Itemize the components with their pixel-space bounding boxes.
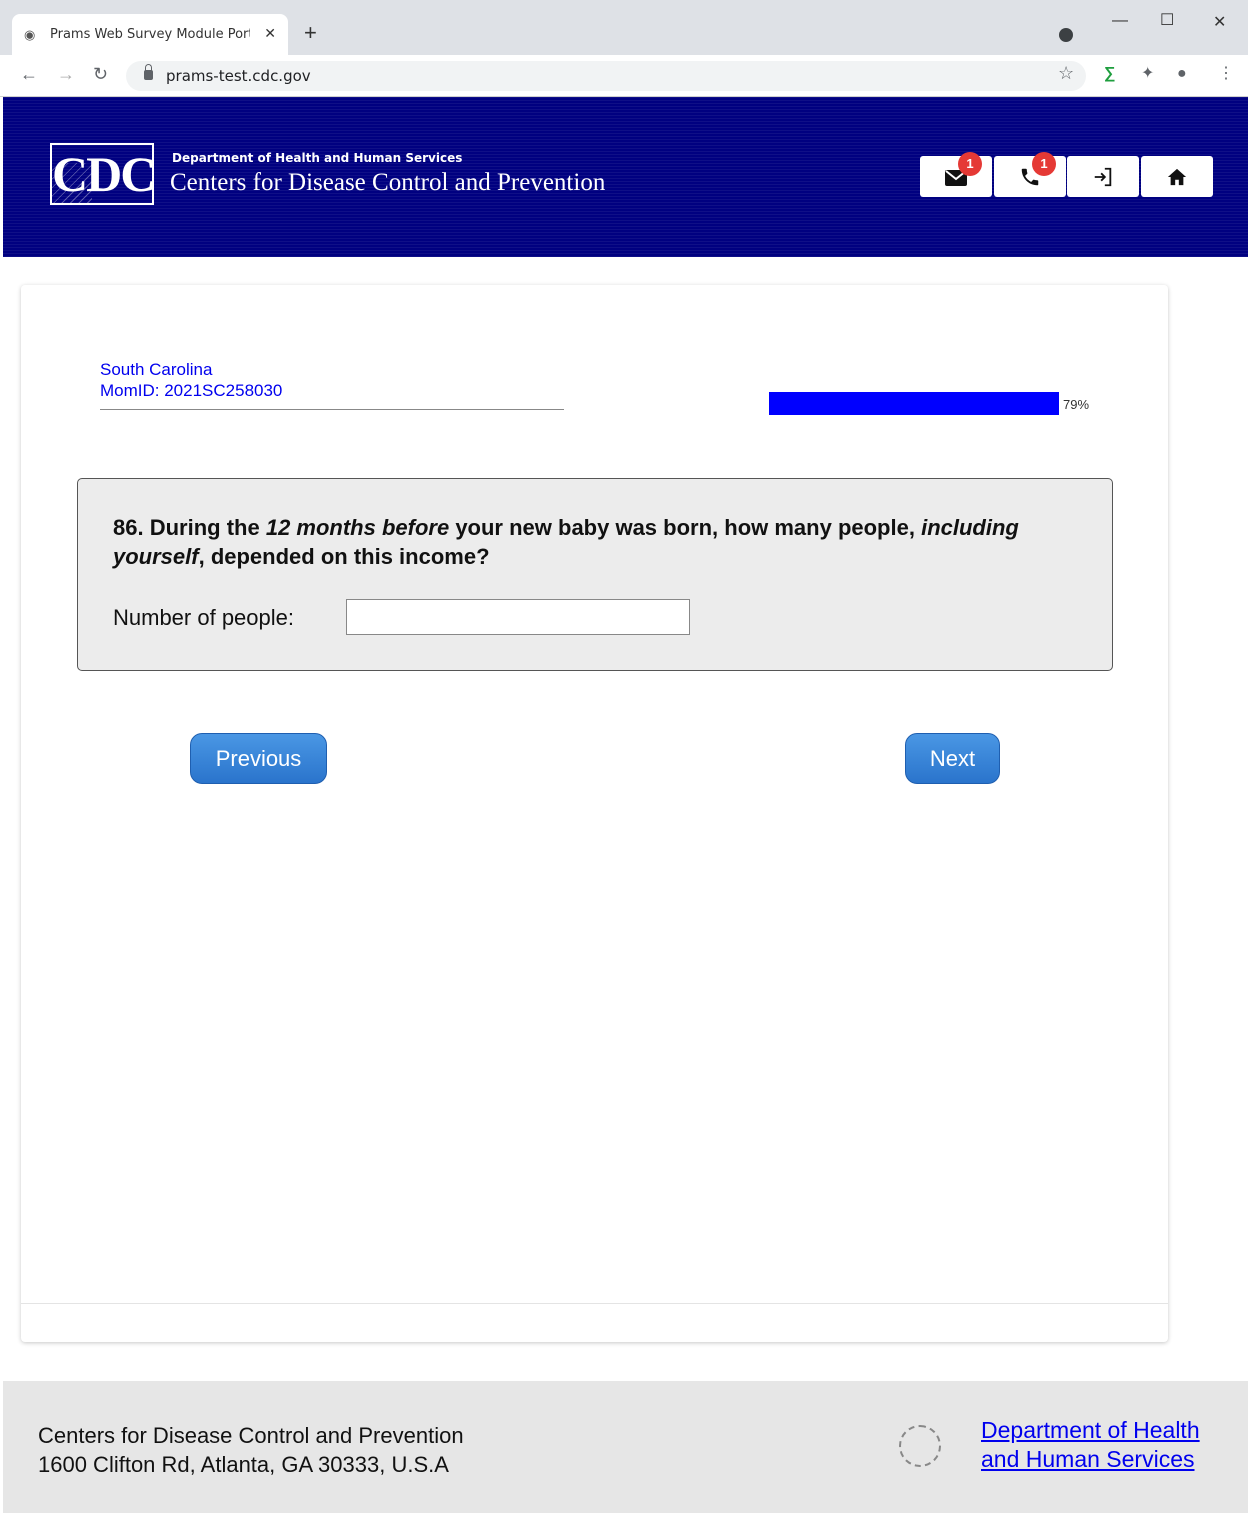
hhs-eagle-icon bbox=[899, 1425, 941, 1467]
logout-button[interactable] bbox=[1067, 156, 1139, 197]
bookmark-star-icon[interactable]: ☆ bbox=[1058, 63, 1074, 84]
previous-button[interactable]: Previous bbox=[190, 733, 327, 784]
minimize-icon[interactable]: — bbox=[1112, 12, 1128, 30]
tab-title: Prams Web Survey Module Porta bbox=[50, 27, 250, 42]
phone-badge: 1 bbox=[1032, 152, 1056, 176]
new-tab-icon[interactable]: + bbox=[304, 22, 317, 44]
profile-icon[interactable]: ● bbox=[1177, 64, 1187, 84]
browser-tabstrip: ◉ Prams Web Survey Module Porta ✕ + — ☐ … bbox=[0, 0, 1248, 55]
mom-id: MomID: 2021SC258030 bbox=[100, 381, 283, 400]
card-footer-divider bbox=[21, 1303, 1168, 1304]
address-bar[interactable]: prams-test.cdc.gov bbox=[126, 61, 1086, 91]
url-text: prams-test.cdc.gov bbox=[166, 67, 311, 85]
next-button[interactable]: Next bbox=[905, 733, 1000, 784]
forward-icon[interactable]: → bbox=[57, 64, 75, 84]
extension-icon[interactable]: ∑ bbox=[1104, 64, 1115, 84]
progress-fill bbox=[769, 392, 1059, 415]
back-icon[interactable]: ← bbox=[20, 64, 38, 84]
number-of-people-input[interactable] bbox=[346, 599, 690, 635]
browser-toolbar: ← → ↻ prams-test.cdc.gov ☆ ∑ ✦ ● ⋮ bbox=[0, 55, 1248, 97]
question-text: 86. During the 12 months before your new… bbox=[113, 515, 1019, 569]
close-icon[interactable]: ✕ bbox=[264, 25, 276, 42]
dept-name: Department of Health and Human Services bbox=[172, 151, 463, 165]
number-of-people-label: Number of people: bbox=[113, 605, 294, 630]
progress-label: 79% bbox=[1063, 397, 1090, 412]
hhs-link-line2[interactable]: and Human Services bbox=[981, 1446, 1195, 1473]
cdc-logo[interactable]: CDC bbox=[50, 143, 156, 205]
maximize-icon[interactable]: ☐ bbox=[1160, 10, 1174, 30]
page-footer: Centers for Disease Control and Preventi… bbox=[3, 1381, 1248, 1513]
reload-icon[interactable]: ↻ bbox=[93, 64, 108, 84]
divider bbox=[100, 409, 564, 410]
sign-out-icon bbox=[1094, 167, 1112, 186]
site-header: CDC Department of Health and Human Servi… bbox=[3, 97, 1248, 257]
mail-badge: 1 bbox=[958, 152, 982, 176]
messages-button[interactable]: 1 bbox=[920, 152, 992, 197]
home-button[interactable] bbox=[1141, 156, 1213, 197]
footer-address: 1600 Clifton Rd, Atlanta, GA 30333, U.S.… bbox=[38, 1452, 449, 1477]
media-indicator-icon[interactable] bbox=[1059, 28, 1073, 42]
survey-card: South Carolina MomID: 2021SC258030 79% 8… bbox=[21, 285, 1168, 1342]
state-name: South Carolina bbox=[100, 360, 213, 379]
menu-kebab-icon[interactable]: ⋮ bbox=[1218, 64, 1234, 84]
question-box: 86. During the 12 months before your new… bbox=[77, 478, 1113, 671]
home-icon bbox=[1167, 168, 1187, 185]
browser-tab[interactable]: ◉ Prams Web Survey Module Porta ✕ bbox=[12, 14, 288, 55]
progress-bar: 79% bbox=[769, 392, 1089, 415]
phone-button[interactable]: 1 bbox=[994, 152, 1066, 197]
footer-org: Centers for Disease Control and Preventi… bbox=[38, 1423, 464, 1448]
hhs-link[interactable]: Department of Health bbox=[981, 1417, 1200, 1444]
lock-icon bbox=[144, 64, 153, 80]
window-close-icon[interactable]: ✕ bbox=[1213, 12, 1226, 32]
org-name: Centers for Disease Control and Preventi… bbox=[170, 169, 606, 196]
stroller-icon: ◉ bbox=[24, 26, 36, 42]
extensions-puzzle-icon[interactable]: ✦ bbox=[1141, 64, 1154, 84]
